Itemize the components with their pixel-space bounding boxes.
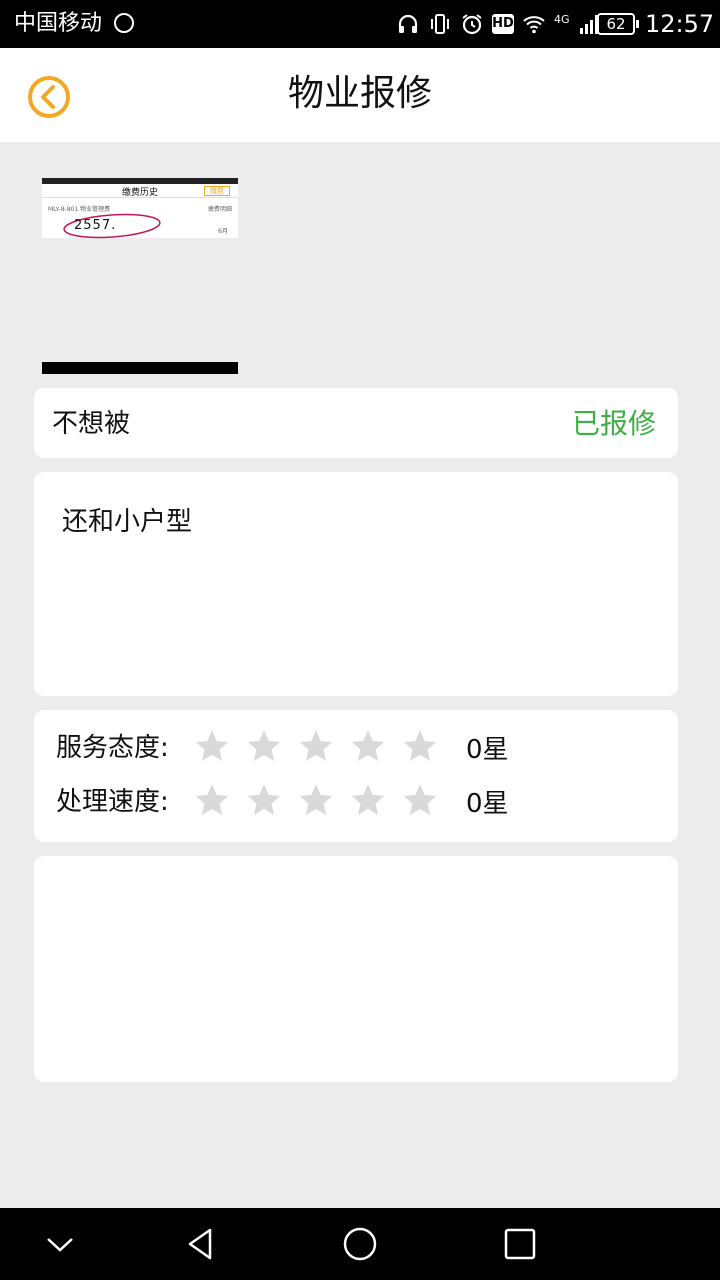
clock: 12:57 — [645, 10, 715, 38]
speed-rating-score: 0星 — [466, 789, 509, 819]
star-icon[interactable] — [186, 782, 238, 820]
preview-button: 缴费 — [204, 186, 230, 196]
star-icon[interactable] — [394, 782, 446, 820]
home-nav-icon[interactable] — [340, 1224, 380, 1264]
battery-indicator: 62 — [597, 13, 639, 35]
repair-title: 不想被 — [52, 409, 131, 439]
vibrate-icon — [431, 14, 449, 34]
hand-icon — [114, 13, 134, 33]
speed-star-rating[interactable] — [186, 782, 446, 820]
star-icon[interactable] — [342, 728, 394, 766]
chevron-down-icon[interactable] — [40, 1224, 80, 1264]
reply-card — [34, 856, 678, 1082]
network-type: 4G — [554, 12, 570, 26]
rating-card: 服务态度: 0星 处理速度: 0星 — [34, 710, 678, 842]
preview-nav-bar — [42, 362, 238, 374]
app-bar: 物业报修 — [0, 48, 720, 142]
alarm-icon — [462, 14, 482, 35]
service-rating-score: 0星 — [466, 735, 509, 765]
repair-description-card: 还和小户型 — [34, 472, 678, 696]
wifi-icon — [523, 16, 545, 34]
speed-rating-label: 处理速度: — [56, 787, 169, 817]
repair-status: 已报修 — [571, 407, 656, 440]
speed-rating-row: 处理速度: 0星 — [56, 782, 656, 822]
preview-header: 缴费历史 缴费 — [42, 184, 238, 198]
repair-title-card: 不想被 已报修 — [34, 388, 678, 458]
star-icon[interactable] — [238, 728, 290, 766]
recents-nav-icon[interactable] — [500, 1224, 540, 1264]
carrier-label: 中国移动 — [14, 11, 103, 36]
service-rating-row: 服务态度: 0星 — [56, 728, 656, 768]
status-icons: HD 4G — [396, 10, 602, 38]
screenshot-preview: 缴费历史 缴费 MLY-8-801 物业管理费 缴费明细 2557. 6月 — [42, 178, 238, 239]
system-nav-bar — [0, 1208, 720, 1280]
hd-badge: HD — [492, 14, 514, 34]
preview-number: 2557. — [74, 218, 117, 233]
repair-description: 还和小户型 — [62, 507, 193, 537]
star-icon[interactable] — [290, 728, 342, 766]
page-title: 物业报修 — [287, 73, 432, 114]
star-icon[interactable] — [342, 782, 394, 820]
star-icon[interactable] — [290, 782, 342, 820]
status-bar: 中国移动 HD 4G 62 12:57 — [0, 0, 720, 48]
back-nav-icon[interactable] — [180, 1224, 220, 1264]
star-icon[interactable] — [394, 728, 446, 766]
preview-row-right: 缴费明细 — [207, 206, 232, 213]
preview-month: 6月 — [218, 228, 228, 235]
star-icon[interactable] — [186, 728, 238, 766]
service-star-rating[interactable] — [186, 728, 446, 766]
attachment-image[interactable]: 缴费历史 缴费 MLY-8-801 物业管理费 缴费明细 2557. 6月 — [42, 178, 238, 374]
service-rating-label: 服务态度: — [56, 733, 169, 763]
headphones-icon — [398, 14, 418, 33]
star-icon[interactable] — [238, 782, 290, 820]
